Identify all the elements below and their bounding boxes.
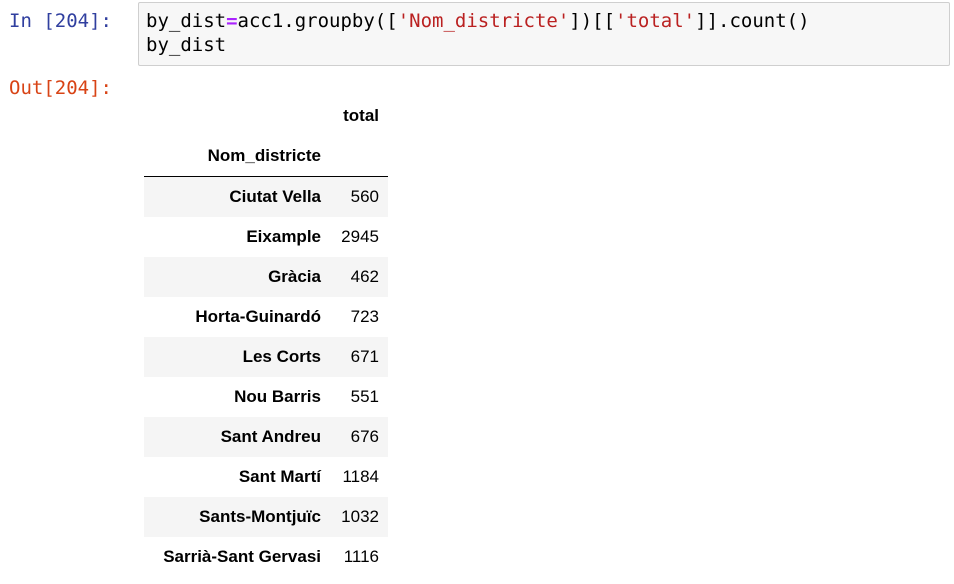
- code-token: ])[[: [569, 10, 616, 32]
- row-value: 723: [350, 307, 379, 326]
- blank-header-cell: [144, 96, 329, 136]
- output-dataframe: total Nom_districte Ciutat Vella 560 Eixa…: [144, 96, 388, 577]
- row-index: Sarrià-Sant Gervasi: [163, 547, 321, 566]
- input-prompt: In [204]:: [9, 10, 112, 32]
- row-index: Gràcia: [268, 267, 321, 286]
- row-value: 2945: [341, 227, 379, 246]
- table-row: Les Corts 671: [144, 337, 388, 377]
- row-index: Sant Andreu: [220, 427, 321, 446]
- table-row: Nou Barris 551: [144, 377, 388, 417]
- row-value: 462: [350, 267, 379, 286]
- code-operator: =: [226, 10, 238, 32]
- row-value: 1032: [341, 507, 379, 526]
- code-token: ]].count(): [695, 10, 810, 32]
- row-value: 551: [350, 387, 379, 406]
- table-row: Ciutat Vella 560: [144, 176, 388, 217]
- column-header-total: total: [343, 106, 379, 125]
- blank-header-cell: [329, 136, 388, 177]
- row-index: Sant Martí: [238, 467, 321, 486]
- table-row: Sant Andreu 676: [144, 417, 388, 457]
- dataframe-table: total Nom_districte Ciutat Vella 560 Eixa…: [144, 96, 388, 577]
- row-index: Les Corts: [242, 347, 321, 366]
- index-name-header: Nom_districte: [144, 136, 329, 177]
- row-index: Eixample: [246, 227, 321, 246]
- row-value: 1184: [342, 467, 379, 486]
- row-value: 1116: [343, 547, 379, 566]
- table-row: Sarrià-Sant Gervasi 1116: [144, 537, 388, 577]
- table-row: Horta-Guinardó 723: [144, 297, 388, 337]
- table-row: Eixample 2945: [144, 217, 388, 257]
- output-prompt: Out[204]:: [9, 77, 112, 99]
- table-row: Sant Martí 1184: [144, 457, 388, 497]
- code-string: 'total': [615, 10, 696, 32]
- code-line-2: by_dist: [146, 34, 227, 56]
- row-index: Sants-Montjuïc: [199, 507, 321, 526]
- code-cell-editor[interactable]: by_dist=acc1.groupby(['Nom_districte'])[…: [138, 2, 950, 66]
- row-value: 676: [350, 427, 379, 446]
- code-token: acc1.groupby([: [237, 10, 398, 32]
- row-index: Horta-Guinardó: [195, 307, 321, 326]
- row-index: Nou Barris: [234, 387, 321, 406]
- row-value: 671: [350, 347, 379, 366]
- table-row: Gràcia 462: [144, 257, 388, 297]
- row-value: 560: [350, 187, 379, 206]
- table-row: Sants-Montjuïc 1032: [144, 497, 388, 537]
- row-index: Ciutat Vella: [229, 187, 321, 206]
- notebook-page: In [204]: by_dist=acc1.groupby(['Nom_dis…: [0, 0, 954, 584]
- code-token: by_dist: [146, 10, 227, 32]
- code-string: 'Nom_districte': [397, 10, 570, 32]
